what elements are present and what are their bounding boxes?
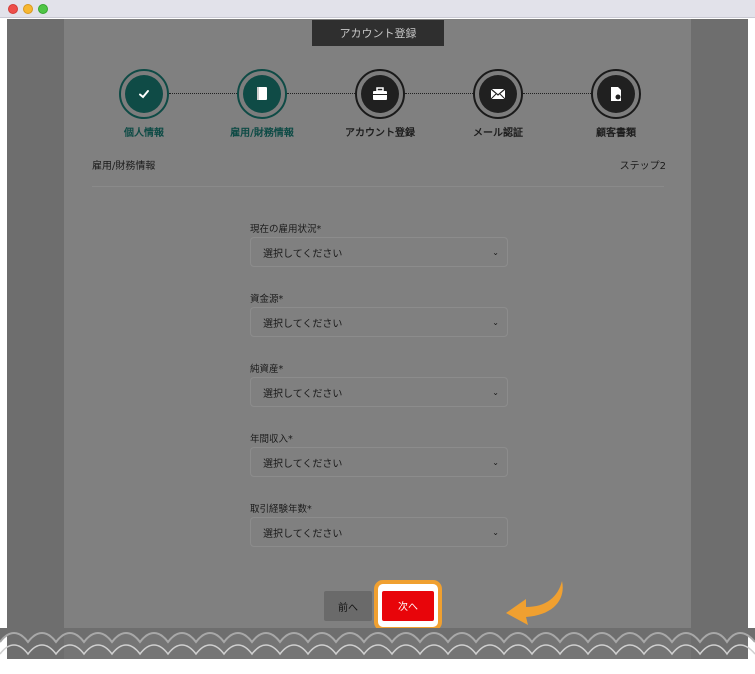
trading-experience-select[interactable]: 選択してください ⌄ xyxy=(250,517,508,547)
briefcase-icon xyxy=(373,87,387,100)
browser-window: アカウント登録 個人情報 雇用/財務情報 アカウント登録 メール認証 顧客書類 … xyxy=(0,0,755,674)
field-label: 取引経験年数* xyxy=(250,504,312,515)
progress-stepper: 個人情報 雇用/財務情報 アカウント登録 メール認証 顧客書類 xyxy=(64,69,691,149)
select-value: 選択してください xyxy=(263,528,343,540)
section-title: 雇用/財務情報 xyxy=(92,161,156,172)
select-value: 選択してください xyxy=(263,318,343,330)
step-personal-info: 個人情報 xyxy=(99,69,189,139)
page-viewport: アカウント登録 個人情報 雇用/財務情報 アカウント登録 メール認証 顧客書類 … xyxy=(7,19,748,659)
next-button-highlight: 次へ xyxy=(374,580,442,631)
check-icon xyxy=(139,90,149,99)
field-label: 現在の雇用状況* xyxy=(250,224,322,235)
maximize-window-icon[interactable] xyxy=(38,4,48,14)
select-value: 選択してください xyxy=(263,458,343,470)
divider xyxy=(92,186,664,187)
step-label: メール認証 xyxy=(473,128,523,139)
step-circle xyxy=(355,69,405,119)
step-label: 顧客書類 xyxy=(596,128,636,139)
step-circle xyxy=(473,69,523,119)
minimize-window-icon[interactable] xyxy=(23,4,33,14)
right-gutter xyxy=(691,19,748,659)
source-of-funds-field: 資金源* 選択してください ⌄ xyxy=(250,291,508,337)
field-label: 資金源* xyxy=(250,294,284,305)
torn-edge xyxy=(0,628,755,656)
chevron-down-icon: ⌄ xyxy=(492,457,499,467)
chevron-down-icon: ⌄ xyxy=(492,387,499,397)
chevron-down-icon: ⌄ xyxy=(492,317,499,327)
step-employment-financial: 雇用/財務情報 xyxy=(217,69,307,139)
next-button[interactable]: 次へ xyxy=(382,590,434,621)
step-label: 個人情報 xyxy=(124,128,164,139)
step-indicator: ステップ2 xyxy=(619,161,666,172)
step-customer-documents: 顧客書類 xyxy=(571,69,661,139)
page-title: アカウント登録 xyxy=(312,20,444,46)
employment-status-field: 現在の雇用状況* 選択してください ⌄ xyxy=(250,221,508,267)
step-label: アカウント登録 xyxy=(345,128,415,139)
field-label: 年間収入* xyxy=(250,434,293,445)
step-account-registration: アカウント登録 xyxy=(335,69,425,139)
left-gutter xyxy=(7,19,64,659)
step-circle xyxy=(237,69,287,119)
prev-button[interactable]: 前へ xyxy=(324,591,372,621)
trading-experience-field: 取引経験年数* 選択してください ⌄ xyxy=(250,501,508,547)
select-value: 選択してください xyxy=(263,388,343,400)
chevron-down-icon: ⌄ xyxy=(492,247,499,257)
net-worth-field: 純資産* 選択してください ⌄ xyxy=(250,361,508,407)
close-window-icon[interactable] xyxy=(8,4,18,14)
document-icon xyxy=(611,87,621,101)
chevron-down-icon: ⌄ xyxy=(492,527,499,537)
step-circle xyxy=(591,69,641,119)
annual-income-field: 年間収入* 選択してください ⌄ xyxy=(250,431,508,477)
employment-status-select[interactable]: 選択してください ⌄ xyxy=(250,237,508,267)
book-icon xyxy=(257,87,267,100)
window-titlebar xyxy=(0,0,755,18)
step-email-verification: メール認証 xyxy=(453,69,543,139)
source-of-funds-select[interactable]: 選択してください ⌄ xyxy=(250,307,508,337)
pointer-arrow-icon xyxy=(506,581,563,625)
step-label: 雇用/財務情報 xyxy=(230,128,294,139)
field-label: 純資産* xyxy=(250,364,284,375)
step-circle xyxy=(119,69,169,119)
annual-income-select[interactable]: 選択してください ⌄ xyxy=(250,447,508,477)
select-value: 選択してください xyxy=(263,248,343,260)
net-worth-select[interactable]: 選択してください ⌄ xyxy=(250,377,508,407)
registration-card: アカウント登録 個人情報 雇用/財務情報 アカウント登録 メール認証 顧客書類 … xyxy=(64,19,691,631)
envelope-icon xyxy=(490,88,506,100)
